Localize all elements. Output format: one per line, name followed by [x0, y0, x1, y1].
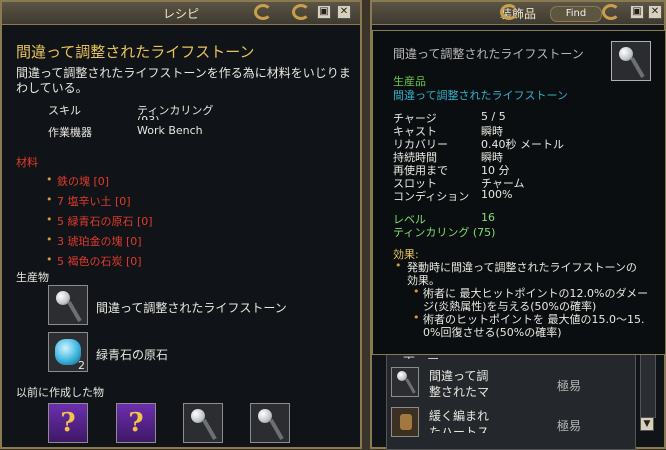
- station-value: Work Bench: [137, 124, 203, 137]
- minimize-button[interactable]: ▣: [630, 5, 644, 19]
- list-row[interactable]: 間違って調 整されたマ 極易: [387, 365, 635, 405]
- mystery-icon[interactable]: ?: [48, 403, 88, 443]
- recipe-description: 間違って調整されたライフストーンを作る為に材料をいじりまわしている。: [16, 66, 351, 95]
- accessory-titlebar[interactable]: 装飾品 Find ▣ ✕: [372, 2, 664, 25]
- list-row-difficulty: 極易: [557, 419, 582, 433]
- stick-shape: [630, 57, 645, 79]
- bullet-icon: •: [395, 259, 402, 272]
- material-item: 5 緑青石の原石 [0]: [57, 215, 153, 228]
- list-row-difficulty: 極易: [557, 379, 582, 393]
- stat-value: 100%: [481, 188, 513, 201]
- material-item: 5 褐色の石炭 [0]: [57, 255, 142, 268]
- mystery-icon[interactable]: ?: [116, 403, 156, 443]
- list-scrollbar[interactable]: [640, 354, 656, 418]
- heartstone-icon: [391, 407, 419, 437]
- swirl-ornament-icon: [292, 4, 310, 20]
- question-mark: ?: [49, 404, 87, 442]
- stick-shape: [202, 419, 217, 441]
- minimize-button[interactable]: ▣: [317, 5, 331, 19]
- item-tooltip: 間違って調整されたライフストーン 生産品 間違って調整されたライフストーン チャ…: [372, 30, 666, 355]
- close-button[interactable]: ✕: [337, 5, 351, 19]
- level-value: 16: [481, 211, 495, 224]
- close-button[interactable]: ✕: [648, 5, 662, 19]
- product-count: 2: [78, 359, 85, 372]
- lifestone-icon[interactable]: [48, 285, 88, 325]
- accessory-window-title: 装飾品: [499, 7, 536, 21]
- stick-shape: [405, 378, 416, 394]
- tag-shape: [400, 414, 412, 430]
- station-label: 作業機器: [48, 126, 92, 139]
- list-panel: 一下一マ... 間違って調 整されたマ 極易 緩く編まれ たハートス 極易: [386, 354, 636, 450]
- materials-label: 材料: [16, 156, 38, 169]
- bullet-icon: •: [413, 285, 420, 298]
- skill-label: スキル: [48, 104, 81, 117]
- tooltip-item-name: 間違って調整されたライフストーン: [393, 47, 584, 61]
- previous-items-label: 以前に作成した物: [16, 386, 104, 399]
- question-mark: ?: [117, 404, 155, 442]
- bullet-icon: •: [46, 193, 53, 206]
- product-name: 間違って調整されたライフストーン: [96, 301, 287, 315]
- scroll-down-button[interactable]: ▼: [640, 417, 654, 431]
- product-name: 緑青石の原石: [96, 348, 169, 362]
- stat-value: 5 / 5: [481, 110, 506, 123]
- effect-subline: 0%回復させる(50%の確率): [423, 326, 562, 339]
- lifestone-icon[interactable]: [250, 403, 290, 443]
- lifestone-icon: [391, 367, 419, 397]
- tooltip-subtitle: 間違って調整されたライフストーン: [393, 89, 568, 102]
- effect-line: 発動時に間違って調整されたライフストーンの: [407, 261, 637, 274]
- swirl-ornament-icon: [254, 4, 272, 20]
- recipe-window: レシピ ▣ ✕ 間違って調整されたライフストーン 間違って調整されたライフストー…: [0, 0, 362, 449]
- bullet-icon: •: [46, 173, 53, 186]
- products-label: 生産物: [16, 271, 49, 284]
- list-row-name: 整されたマ: [429, 385, 490, 399]
- find-button[interactable]: Find: [550, 6, 602, 22]
- list-row-name: たハートス: [429, 425, 490, 433]
- lifestone-icon[interactable]: [183, 403, 223, 443]
- bullet-icon: •: [46, 233, 53, 246]
- recipe-item-title: 間違って調整されたライフストーン: [16, 43, 255, 61]
- material-item: 鉄の塊 [0]: [57, 175, 110, 188]
- skill-level: (93): [137, 114, 160, 120]
- bullet-icon: •: [46, 213, 53, 226]
- list-row-name: 間違って調: [429, 369, 489, 383]
- verdigris-ore-icon[interactable]: 2: [48, 332, 88, 372]
- lifestone-icon: [611, 41, 651, 81]
- list-row[interactable]: 緩く編まれ たハートス 極易: [387, 405, 635, 445]
- required-skill: ティンカリング (75): [393, 226, 496, 239]
- material-item: 3 琥珀金の塊 [0]: [57, 235, 142, 248]
- recipe-titlebar[interactable]: レシピ ▣ ✕: [2, 2, 360, 25]
- stick-shape: [269, 419, 284, 441]
- list-row-name: 緩く編まれ: [429, 409, 490, 423]
- bullet-icon: •: [413, 311, 420, 324]
- swirl-ornament-icon: [602, 4, 620, 20]
- material-item: 7 塩辛い土 [0]: [57, 195, 131, 208]
- stat-label: コンディション: [393, 190, 470, 203]
- bullet-icon: •: [46, 253, 53, 266]
- stick-shape: [67, 301, 82, 323]
- swirl-ornament-icon: [500, 4, 518, 20]
